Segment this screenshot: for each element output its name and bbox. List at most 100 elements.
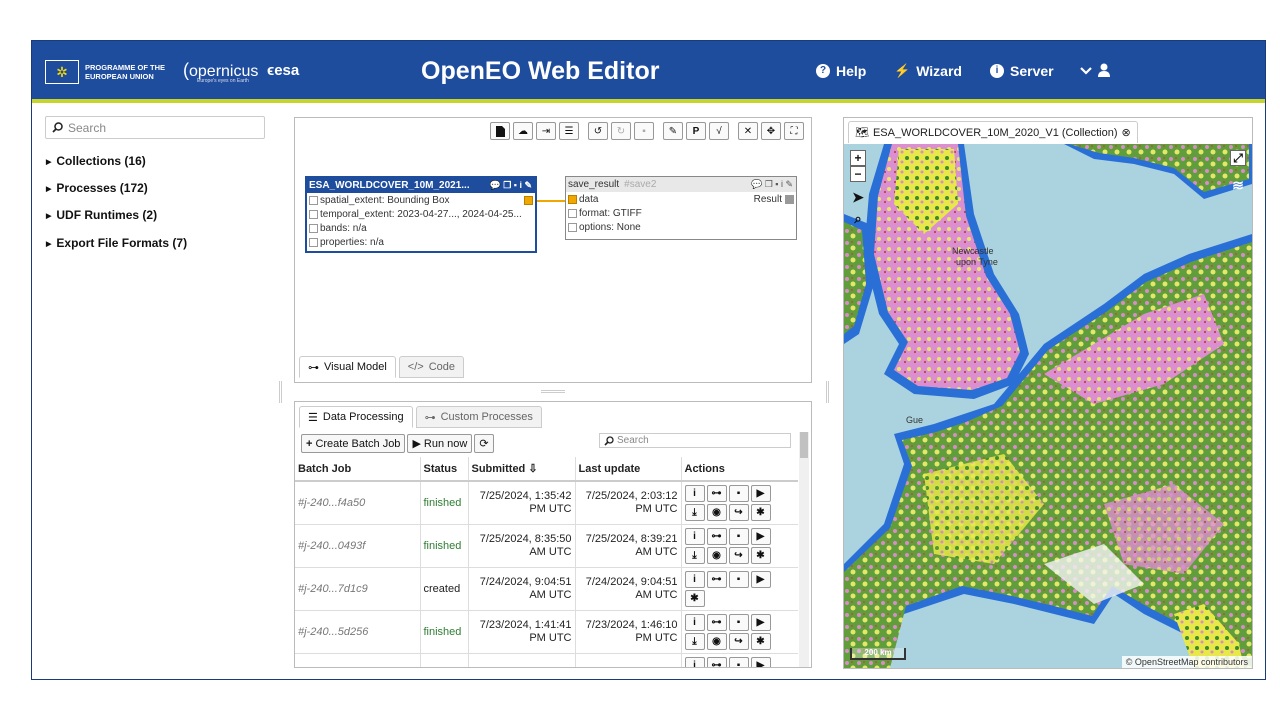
checkbox[interactable] bbox=[309, 223, 318, 233]
splitter-handle[interactable] bbox=[279, 381, 282, 403]
delete-job-button[interactable]: ▪ bbox=[728, 527, 749, 545]
redo-button[interactable]: ↻ bbox=[611, 122, 631, 140]
debug-button[interactable]: ✱ bbox=[750, 546, 771, 564]
zoom-in-button[interactable]: + bbox=[850, 150, 866, 166]
edit-button[interactable]: ✎ bbox=[663, 122, 683, 140]
info-button[interactable]: i bbox=[684, 484, 705, 502]
start-job-button[interactable]: ▶ bbox=[750, 613, 771, 631]
map-view[interactable]: Newcastle upon Tyne Gue + − ➤ ⌕ ⤢ ≋ 200 … bbox=[844, 144, 1252, 668]
info-button[interactable]: i bbox=[684, 613, 705, 631]
formula-button[interactable]: √ bbox=[709, 122, 729, 140]
fullscreen-icon[interactable]: ⤢ bbox=[1230, 150, 1246, 166]
checkbox[interactable] bbox=[309, 195, 318, 205]
map-tab[interactable]: 🗺 ESA_WORLDCOVER_10M_2020_V1 (Collection… bbox=[848, 121, 1138, 143]
zoom-out-button[interactable]: − bbox=[850, 166, 866, 182]
horizontal-splitter[interactable] bbox=[541, 390, 565, 393]
info-button[interactable]: i bbox=[684, 527, 705, 545]
start-job-button[interactable]: ▶ bbox=[750, 527, 771, 545]
download-button[interactable]: ⤓ bbox=[684, 503, 705, 521]
create-batch-job-button[interactable]: + Create Batch Job bbox=[301, 434, 406, 453]
copernicus-logo: (opernicus Europe's eyes on Earth bbox=[183, 60, 259, 84]
tab-data-processing[interactable]: ☰ Data Processing bbox=[299, 406, 413, 428]
server-button[interactable]: i Server bbox=[990, 63, 1054, 79]
collection-node[interactable]: ESA_WORLDCOVER_10M_2021... 💬 ❐ ▪ i ✎ spa… bbox=[305, 176, 537, 253]
table-row[interactable]: #j-240...7d1c9 created 7/24/2024, 9:04:5… bbox=[295, 567, 798, 611]
column-header[interactable]: Batch Job bbox=[295, 457, 420, 482]
delete-button[interactable]: ▪ bbox=[634, 122, 654, 140]
view-button[interactable]: ◉ bbox=[706, 546, 727, 564]
node-actions-icons[interactable]: 💬 ❐ ▪ i ✎ bbox=[751, 179, 793, 190]
start-job-button[interactable]: ▶ bbox=[750, 656, 771, 667]
column-header[interactable]: Submitted ⇩ bbox=[467, 457, 575, 482]
fullscreen-button[interactable]: ⛶ bbox=[784, 122, 804, 140]
export-button[interactable]: ⇥ bbox=[536, 122, 556, 140]
jobs-search-input[interactable]: Search bbox=[599, 433, 791, 448]
table-row[interactable]: #j-240... finished 7/23/2024, 1:36:26 7/… bbox=[295, 653, 798, 667]
run-now-button[interactable]: ▶ Run now bbox=[407, 434, 473, 453]
table-row[interactable]: #j-240...5d256 finished 7/23/2024, 1:41:… bbox=[295, 610, 798, 654]
checkbox[interactable] bbox=[309, 209, 318, 219]
result-port[interactable] bbox=[785, 194, 794, 204]
help-button[interactable]: ? Help bbox=[816, 63, 866, 79]
info-button[interactable]: i bbox=[684, 656, 705, 667]
checkbox[interactable] bbox=[568, 222, 577, 232]
delete-job-button[interactable]: ▪ bbox=[728, 613, 749, 631]
scrollbar[interactable] bbox=[799, 432, 809, 667]
process-graph-button[interactable]: ⊶ bbox=[706, 484, 727, 502]
checkbox[interactable] bbox=[309, 237, 318, 247]
process-graph-button[interactable]: ⊶ bbox=[706, 613, 727, 631]
process-graph-button[interactable]: ⊶ bbox=[706, 656, 727, 667]
delete-job-button[interactable]: ▪ bbox=[728, 570, 749, 588]
splitter-handle[interactable] bbox=[826, 381, 829, 403]
refresh-button[interactable]: ⟳ bbox=[474, 434, 494, 453]
undo-button[interactable]: ↺ bbox=[588, 122, 608, 140]
input-port[interactable] bbox=[568, 194, 577, 204]
share-button[interactable]: ↪ bbox=[728, 632, 749, 650]
debug-button[interactable]: ✱ bbox=[750, 632, 771, 650]
search-icon[interactable]: ⌕ bbox=[850, 212, 866, 228]
sidebar-item-processes[interactable]: ▶ Processes (172) bbox=[46, 181, 148, 195]
wizard-button[interactable]: ⚡ Wizard bbox=[894, 63, 962, 79]
close-icon[interactable]: ⊗ bbox=[1122, 126, 1131, 139]
user-menu-button[interactable] bbox=[1080, 63, 1110, 77]
column-header[interactable]: Last update bbox=[574, 457, 681, 482]
sidebar-item-udf-runtimes[interactable]: ▶ UDF Runtimes (2) bbox=[46, 208, 157, 222]
delete-job-button[interactable]: ▪ bbox=[728, 484, 749, 502]
sidebar-item-collections[interactable]: ▶ Collections (16) bbox=[46, 154, 146, 168]
start-job-button[interactable]: ▶ bbox=[750, 570, 771, 588]
share-button[interactable]: ↪ bbox=[728, 546, 749, 564]
scrollbar-thumb[interactable] bbox=[800, 432, 808, 458]
table-row[interactable]: #j-240...f4a50 finished 7/25/2024, 1:35:… bbox=[295, 481, 798, 525]
layers-icon[interactable]: ≋ bbox=[1230, 178, 1246, 194]
download-button[interactable]: ⤓ bbox=[684, 546, 705, 564]
info-button[interactable]: i bbox=[684, 570, 705, 588]
column-header[interactable]: Status bbox=[419, 457, 468, 482]
list-button[interactable]: ☰ bbox=[559, 122, 579, 140]
node-actions-icons[interactable]: 💬 ❐ ▪ i ✎ bbox=[489, 180, 532, 191]
tab-code[interactable]: </> Code bbox=[398, 356, 464, 378]
start-job-button[interactable]: ▶ bbox=[750, 484, 771, 502]
output-port[interactable] bbox=[524, 195, 533, 205]
locate-icon[interactable]: ➤ bbox=[850, 190, 866, 206]
process-graph-button[interactable]: ⊶ bbox=[706, 527, 727, 545]
debug-button[interactable]: ✱ bbox=[684, 589, 705, 607]
table-row[interactable]: #j-240...0493f finished 7/25/2024, 8:35:… bbox=[295, 524, 798, 568]
debug-button[interactable]: ✱ bbox=[750, 503, 771, 521]
download-button[interactable]: ⤓ bbox=[684, 632, 705, 650]
sidebar-item-file-formats[interactable]: ▶ Export File Formats (7) bbox=[46, 236, 187, 250]
cloud-upload-button[interactable]: ☁ bbox=[513, 122, 533, 140]
view-button[interactable]: ◉ bbox=[706, 503, 727, 521]
save-result-node[interactable]: save_result #save2 💬 ❐ ▪ i ✎ data Result … bbox=[565, 176, 797, 240]
parameters-button[interactable]: P bbox=[686, 122, 706, 140]
delete-job-button[interactable]: ▪ bbox=[728, 656, 749, 667]
move-button[interactable]: ✥ bbox=[761, 122, 781, 140]
sidebar-search-input[interactable]: Search bbox=[45, 116, 265, 139]
process-graph-button[interactable]: ⊶ bbox=[706, 570, 727, 588]
tab-custom-processes[interactable]: ⊶ Custom Processes bbox=[415, 406, 542, 428]
new-file-button[interactable] bbox=[490, 122, 510, 140]
view-button[interactable]: ◉ bbox=[706, 632, 727, 650]
compact-button[interactable]: ✕ bbox=[738, 122, 758, 140]
share-button[interactable]: ↪ bbox=[728, 503, 749, 521]
tab-visual-model[interactable]: ⊶ Visual Model bbox=[299, 356, 396, 378]
checkbox[interactable] bbox=[568, 208, 577, 218]
